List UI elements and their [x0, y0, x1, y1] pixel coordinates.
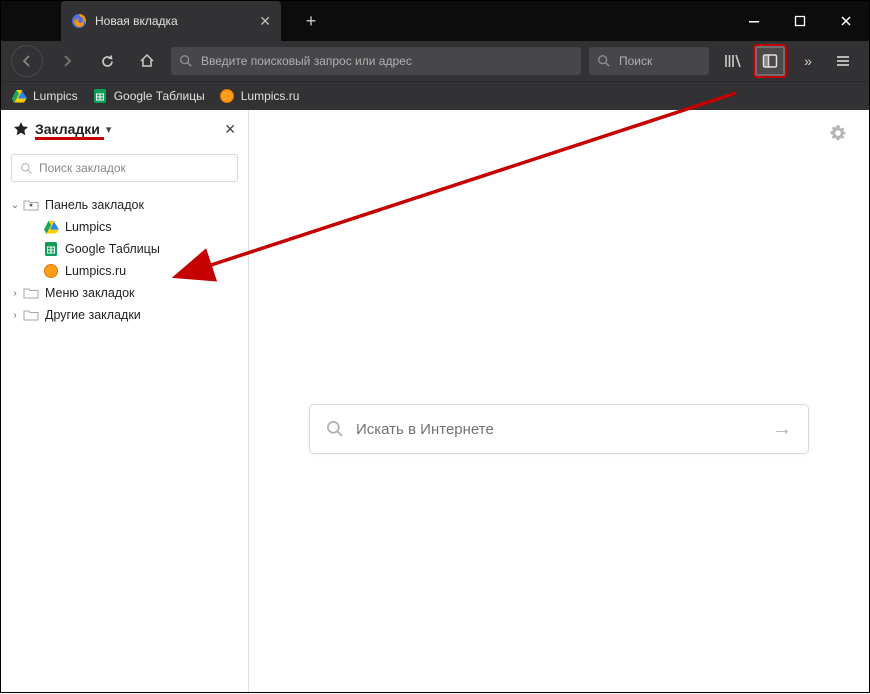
address-placeholder: Введите поисковый запрос или адрес [201, 54, 412, 68]
sheets-icon [43, 241, 59, 257]
bookmarks-sidebar: Закладки ▾ ✕ Поиск закладок ⌄ Панель зак… [1, 110, 249, 692]
firefox-icon [71, 13, 87, 29]
tree-label: Google Таблицы [65, 242, 160, 256]
reload-button[interactable] [91, 45, 123, 77]
folder-star-icon [23, 197, 39, 213]
bookmarks-tree: ⌄ Панель закладок Lumpics Google Таблицы… [1, 188, 248, 332]
twisty-closed-icon[interactable]: › [9, 310, 21, 321]
bookmark-label: Lumpics [33, 89, 78, 103]
orange-icon [219, 88, 235, 104]
sidebar-close-button[interactable]: ✕ [224, 121, 236, 138]
arrow-right-icon[interactable]: → [772, 418, 792, 441]
tree-label: Lumpics.ru [65, 264, 126, 278]
sidebar-header: Закладки ▾ ✕ [1, 110, 248, 148]
bookmark-label: Google Таблицы [114, 89, 205, 103]
orange-icon [43, 263, 59, 279]
browser-window: Новая вкладка ✕ + Введите поисковый запр… [0, 0, 870, 693]
menu-button[interactable] [827, 45, 859, 77]
window-controls [731, 1, 869, 41]
bookmark-item[interactable]: Lumpics.ru [219, 88, 300, 104]
bookmark-item[interactable]: Lumpics [11, 88, 78, 104]
minimize-button[interactable] [731, 1, 777, 41]
tree-folder-menu[interactable]: › Меню закладок [5, 282, 244, 304]
navigation-toolbar: Введите поисковый запрос или адрес Поиск… [1, 41, 869, 81]
twisty-closed-icon[interactable]: › [9, 288, 21, 299]
chevron-down-icon[interactable]: ▾ [106, 123, 112, 136]
search-icon [20, 162, 33, 175]
tree-bookmark-item[interactable]: Lumpics [39, 216, 244, 238]
content-area: Закладки ▾ ✕ Поиск закладок ⌄ Панель зак… [1, 110, 869, 692]
tree-label: Другие закладки [45, 308, 141, 322]
sidebar-title[interactable]: Закладки [35, 121, 100, 137]
new-tab-button[interactable]: + [291, 1, 331, 41]
search-icon [179, 54, 193, 68]
gear-icon[interactable] [829, 124, 847, 147]
star-icon [13, 121, 29, 137]
bookmark-label: Lumpics.ru [241, 89, 300, 103]
sheets-icon [92, 88, 108, 104]
twisty-open-icon[interactable]: ⌄ [9, 200, 21, 211]
search-icon [326, 420, 344, 438]
title-bar: Новая вкладка ✕ + [1, 1, 869, 41]
sidebar-icon [762, 53, 778, 69]
close-tab-icon[interactable]: ✕ [259, 13, 271, 30]
tree-label: Lumpics [65, 220, 112, 234]
search-placeholder: Поиск [619, 54, 652, 68]
folder-icon [23, 285, 39, 301]
tree-label: Панель закладок [45, 198, 144, 212]
search-icon [597, 54, 611, 68]
overflow-button[interactable]: » [791, 45, 823, 77]
folder-icon [23, 307, 39, 323]
newtab-search-field[interactable]: Искать в Интернете → [309, 404, 809, 454]
tree-label: Меню закладок [45, 286, 135, 300]
home-button[interactable] [131, 45, 163, 77]
sidebar-toggle-button[interactable] [753, 44, 787, 78]
drive-icon [43, 219, 59, 235]
library-shelf-icon[interactable] [717, 45, 749, 77]
bookmark-item[interactable]: Google Таблицы [92, 88, 205, 104]
tree-bookmark-item[interactable]: Google Таблицы [39, 238, 244, 260]
tab-title: Новая вкладка [95, 14, 178, 28]
newtab-page: Искать в Интернете → [249, 110, 869, 692]
sidebar-search[interactable]: Поиск закладок [11, 154, 238, 182]
sidebar-search-placeholder: Поиск закладок [39, 161, 126, 175]
back-button[interactable] [11, 45, 43, 77]
tree-folder-toolbar[interactable]: ⌄ Панель закладок [5, 194, 244, 216]
forward-button[interactable] [51, 45, 83, 77]
search-bar[interactable]: Поиск [589, 47, 709, 75]
address-bar[interactable]: Введите поисковый запрос или адрес [171, 47, 581, 75]
bookmarks-toolbar: Lumpics Google Таблицы Lumpics.ru [1, 81, 869, 110]
maximize-button[interactable] [777, 1, 823, 41]
tree-bookmark-item[interactable]: Lumpics.ru [39, 260, 244, 282]
browser-tab[interactable]: Новая вкладка ✕ [61, 1, 281, 41]
newtab-search-placeholder: Искать в Интернете [356, 421, 494, 438]
drive-icon [11, 88, 27, 104]
close-window-button[interactable] [823, 1, 869, 41]
tree-folder-other[interactable]: › Другие закладки [5, 304, 244, 326]
